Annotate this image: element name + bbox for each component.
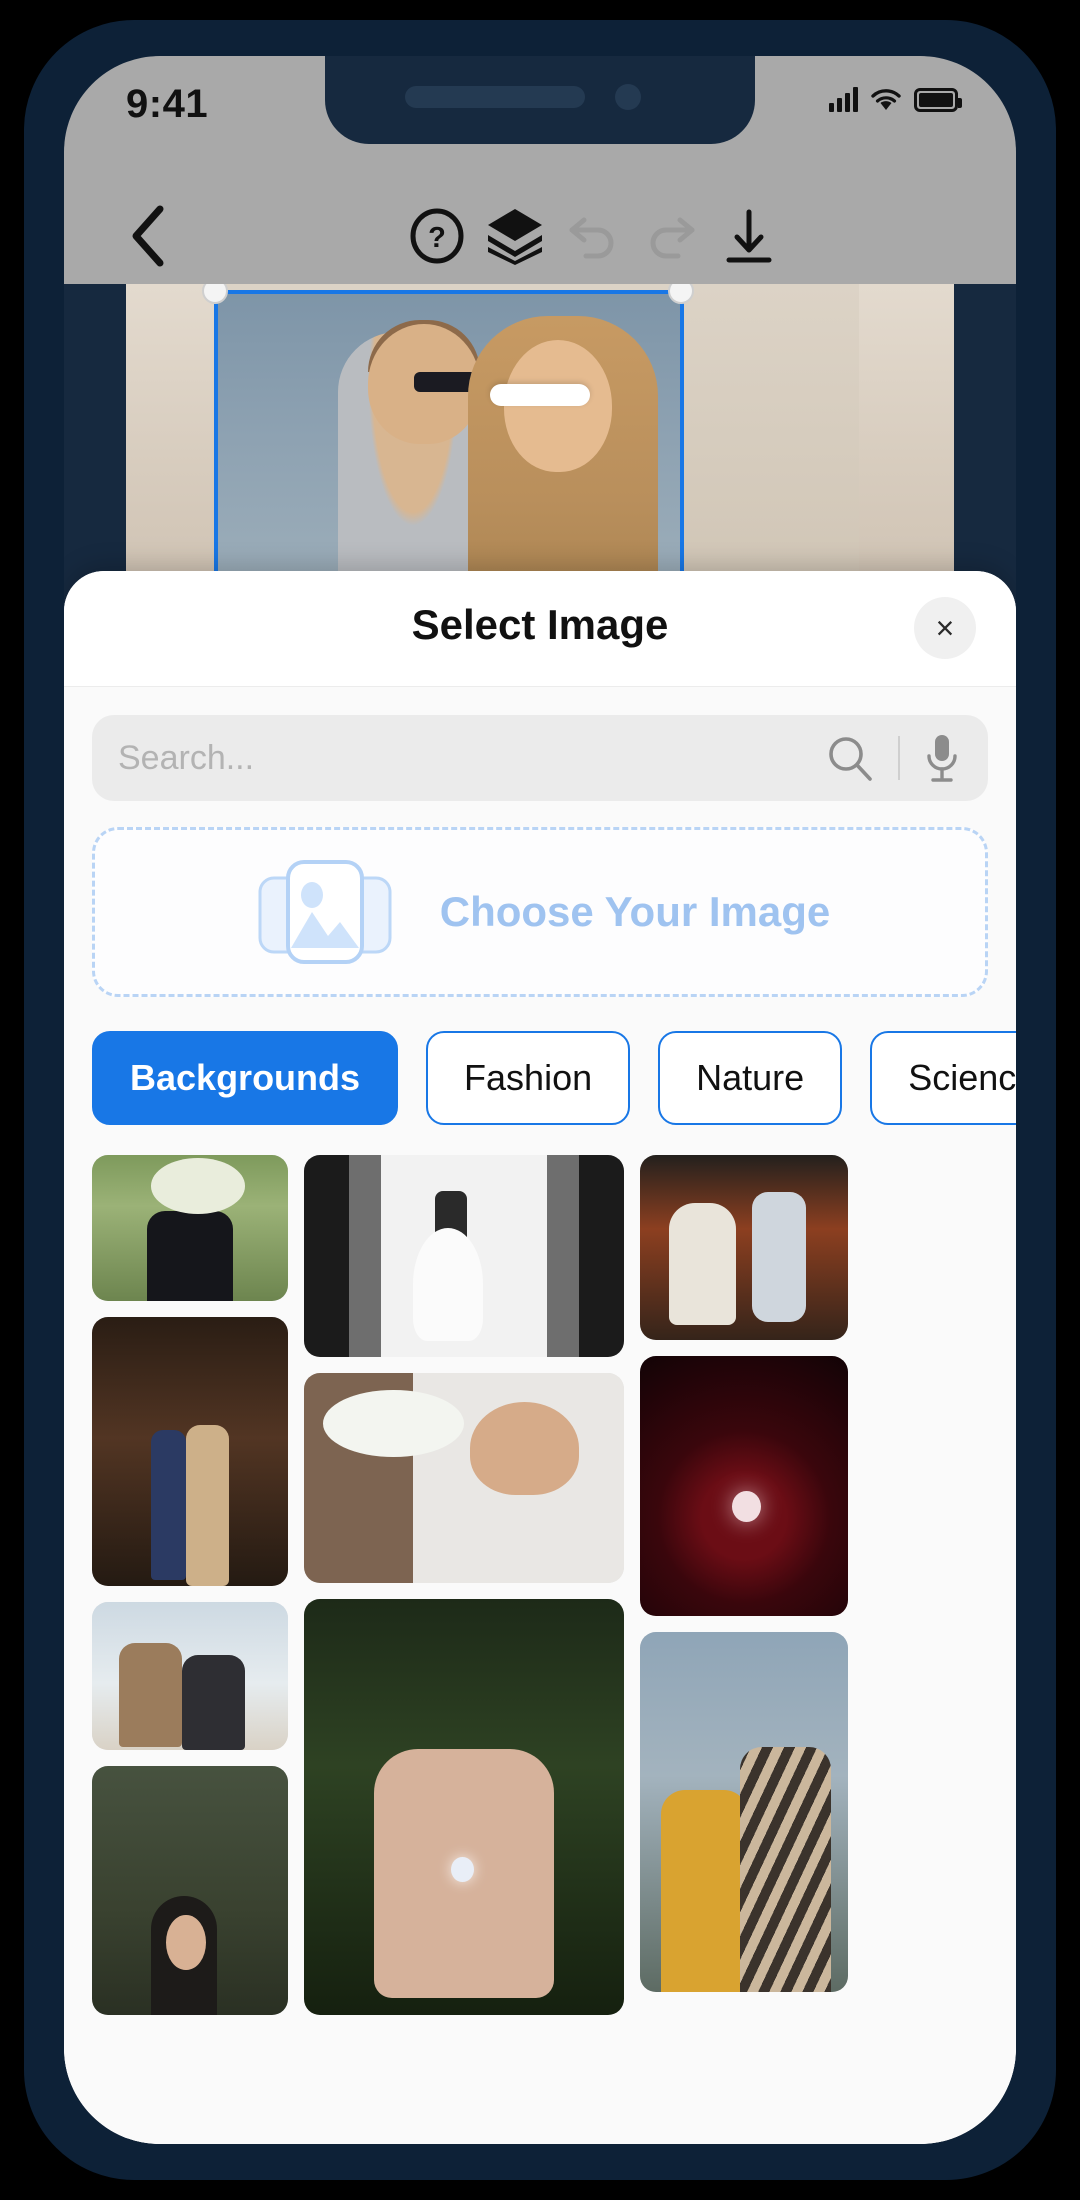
- sheet-body: Choose Your Image Backgrounds Fashion Na…: [64, 687, 1016, 2144]
- chevron-left-icon: [132, 205, 164, 267]
- resize-handle-top-right[interactable]: [668, 284, 694, 304]
- gallery-tile-groom-with-bouquet[interactable]: [92, 1155, 288, 1302]
- gallery-tile-couple-with-hanging-lights[interactable]: [92, 1317, 288, 1586]
- gallery-column-1: [92, 1155, 288, 2015]
- category-chip-list[interactable]: Backgrounds Fashion Nature Science: [64, 1023, 1016, 1133]
- gallery-column-2: [304, 1155, 624, 2015]
- search-icon[interactable]: [824, 732, 876, 784]
- select-image-sheet: Select Image × Search... Choose Your Ima…: [64, 571, 1016, 2144]
- category-chip-fashion[interactable]: Fashion: [426, 1031, 631, 1125]
- gallery-tile-engagement-ring-on-red-roses[interactable]: [640, 1356, 848, 1616]
- gallery-tile-couple-in-mountains[interactable]: [640, 1632, 848, 1992]
- thumbnail-image: [640, 1356, 848, 1616]
- front-camera: [615, 84, 641, 110]
- thumbnail-image: [304, 1599, 624, 2015]
- category-chip-nature[interactable]: Nature: [658, 1031, 843, 1125]
- search-divider: [898, 736, 900, 780]
- choose-your-image-dropzone[interactable]: Choose Your Image: [92, 827, 988, 997]
- earpiece-speaker: [405, 86, 585, 108]
- redo-arrow-icon: [650, 217, 695, 259]
- search-bar[interactable]: [92, 715, 988, 801]
- search-input[interactable]: [118, 738, 824, 778]
- gallery-tile-couple-on-dark-green-backdrop[interactable]: [92, 1766, 288, 2015]
- redo-button[interactable]: [628, 186, 714, 286]
- download-icon: [726, 209, 772, 263]
- thumbnail-image: [640, 1155, 848, 1340]
- gallery-tile-couple-in-front-of-vintage-truck[interactable]: [640, 1155, 848, 1340]
- undo-arrow-icon: [569, 217, 614, 259]
- undo-button[interactable]: [550, 186, 636, 286]
- category-chip-backgrounds[interactable]: Backgrounds: [92, 1031, 399, 1125]
- status-indicators: [829, 86, 962, 112]
- microphone-icon[interactable]: [922, 731, 962, 785]
- wifi-icon: [870, 86, 902, 112]
- question-mark-circle-icon: ?: [410, 208, 464, 264]
- screenshot-root: 9:41 ? Select Image × Search... Choose Y…: [0, 0, 1080, 2200]
- help-button[interactable]: ?: [394, 186, 480, 286]
- thumbnail-image: [92, 1317, 288, 1586]
- phone-screen: 9:41 ? Select Image × Search... Choose Y…: [64, 56, 1016, 2144]
- gallery-tile-black-and-white-wedding-curtains[interactable]: [304, 1155, 624, 1358]
- back-button[interactable]: [104, 186, 194, 286]
- gallery-tile-couple-by-icy-shore[interactable]: [92, 1601, 288, 1751]
- download-button[interactable]: [706, 186, 792, 286]
- thumbnail-image: [640, 1632, 848, 1992]
- image-gallery-grid: [64, 1155, 1016, 2015]
- close-button[interactable]: ×: [914, 597, 976, 659]
- dropzone-label: Choose Your Image: [439, 888, 831, 935]
- category-chip-science[interactable]: Science: [870, 1031, 1016, 1125]
- search-section: [64, 687, 1016, 801]
- layers-button[interactable]: [472, 186, 558, 286]
- thumbnail-image: [92, 1601, 288, 1751]
- thumbnail-image: [304, 1155, 624, 1358]
- thumbnail-image: [304, 1373, 624, 1584]
- phone-notch: [325, 56, 755, 144]
- image-stack-icon: [250, 852, 400, 972]
- sheet-header: Select Image ×: [64, 571, 1016, 687]
- gallery-column-3: [640, 1155, 848, 2015]
- photo-person-right-face: [504, 340, 612, 472]
- editor-toolbar: ?: [64, 186, 1016, 286]
- phone-frame: 9:41 ? Select Image × Search... Choose Y…: [14, 10, 1066, 2190]
- gallery-tile-couple-with-flower-crown[interactable]: [304, 1373, 624, 1584]
- thumbnail-image: [92, 1155, 288, 1302]
- thumbnail-image: [92, 1766, 288, 2015]
- layers-icon: [488, 209, 542, 265]
- status-time: 9:41: [126, 82, 209, 126]
- cellular-signal-icon: [829, 86, 858, 112]
- battery-full-icon: [914, 88, 962, 112]
- sheet-drag-grabber[interactable]: [490, 384, 590, 406]
- gallery-tile-hands-with-engagement-ring-in-leaves[interactable]: [304, 1599, 624, 2015]
- page-title: Select Image: [411, 601, 669, 648]
- phone-bezel: 9:41 ? Select Image × Search... Choose Y…: [64, 56, 1016, 2144]
- svg-text:?: ?: [428, 222, 446, 254]
